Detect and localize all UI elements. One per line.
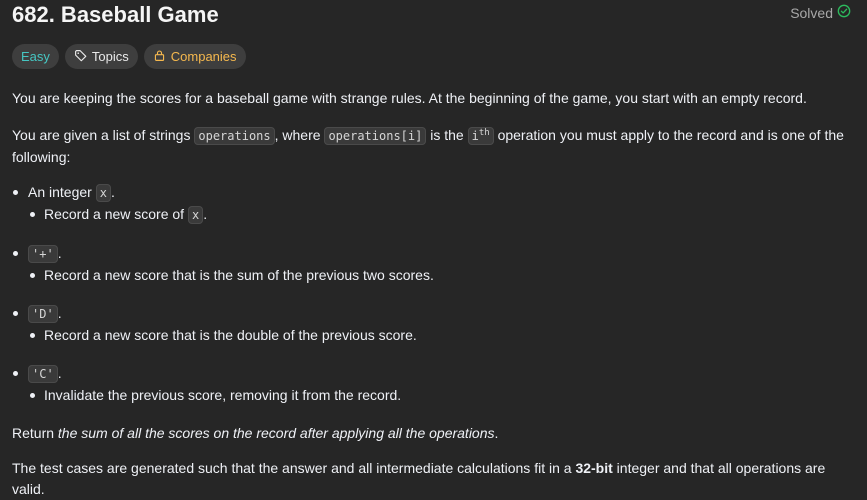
list-item: Record a new score of x. bbox=[30, 204, 855, 226]
list-item: Invalidate the previous score, removing … bbox=[30, 385, 855, 406]
list-item: '+'. Record a new score that is the sum … bbox=[13, 243, 855, 286]
list-item: Record a new score that is the sum of th… bbox=[30, 265, 855, 286]
list-item: An integer x. Record a new score of x. bbox=[13, 182, 855, 226]
topics-label: Topics bbox=[91, 49, 129, 64]
operations-list: An integer x. Record a new score of x. '… bbox=[12, 182, 855, 406]
check-circle-icon bbox=[837, 4, 851, 21]
topics-button[interactable]: Topics bbox=[64, 44, 138, 69]
inline-code: operations bbox=[194, 127, 275, 145]
inline-code: x bbox=[95, 184, 111, 202]
problem-content: You are keeping the scores for a basebal… bbox=[12, 88, 855, 500]
difficulty-badge: Easy bbox=[12, 44, 59, 69]
solved-status: Solved bbox=[790, 4, 851, 21]
intro-paragraph: You are keeping the scores for a basebal… bbox=[12, 90, 807, 106]
companies-button[interactable]: Companies bbox=[143, 44, 246, 69]
difficulty-label: Easy bbox=[21, 49, 50, 64]
inline-code: 'D' bbox=[28, 305, 58, 323]
inline-code: '+' bbox=[28, 245, 58, 263]
lock-icon bbox=[153, 49, 166, 65]
inline-code: x bbox=[187, 206, 204, 224]
tag-row: Easy Topics Companies bbox=[12, 44, 855, 70]
problem-title[interactable]: 682. Baseball Game bbox=[12, 2, 219, 28]
list-item: 'C'. Invalidate the previous score, remo… bbox=[13, 363, 855, 406]
list-item: 'D'. Record a new score that is the doub… bbox=[13, 303, 855, 346]
constraints-paragraph: The test cases are generated such that t… bbox=[12, 460, 826, 497]
companies-label: Companies bbox=[170, 49, 237, 64]
return-paragraph: Return the sum of all the scores on the … bbox=[12, 425, 499, 441]
problem-description-panel: 682. Baseball Game Solved Easy Topics Co… bbox=[0, 0, 867, 497]
title-row: 682. Baseball Game Solved bbox=[12, 0, 855, 36]
inline-code: operations[i] bbox=[324, 127, 427, 145]
inline-code: ith bbox=[467, 127, 494, 145]
tag-icon bbox=[74, 49, 87, 65]
operations-paragraph: You are given a list of strings operatio… bbox=[12, 127, 844, 165]
list-item: Record a new score that is the double of… bbox=[30, 325, 855, 346]
inline-code: 'C' bbox=[28, 365, 58, 383]
solved-label: Solved bbox=[790, 4, 833, 21]
